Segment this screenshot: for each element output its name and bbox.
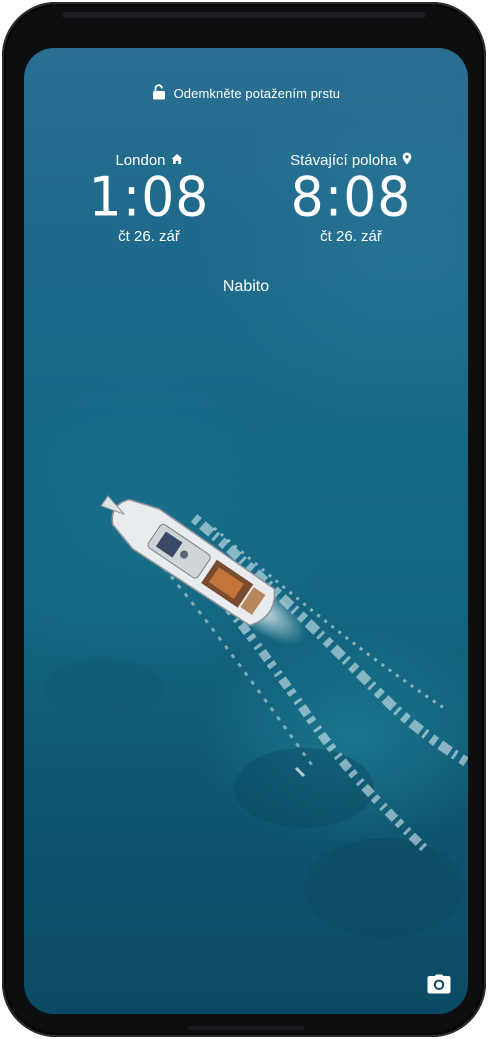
clock-time: 1:08 (88, 166, 210, 230)
unlock-icon (152, 84, 166, 103)
camera-shortcut-button[interactable] (424, 974, 454, 998)
earpiece (62, 12, 426, 18)
unlock-hint-text: Odemkněte potažením prstu (173, 86, 341, 101)
charging-status: Nabito (222, 278, 270, 295)
clock-date: čt 26. zář (118, 228, 180, 245)
phone-frame: Odemkněte potažením prstu London 1:08 čt… (2, 2, 486, 1037)
clock-time: 8:08 (290, 166, 412, 230)
bottom-bezel (188, 1026, 304, 1030)
camera-icon (427, 974, 451, 999)
lock-screen[interactable]: Odemkněte potažením prstu London 1:08 čt… (24, 48, 468, 1014)
clock-home: London 1:08 čt 26. zář (54, 152, 244, 245)
clock-date: čt 26. zář (320, 228, 382, 245)
unlock-hint: Odemkněte potažením prstu (24, 84, 468, 103)
clock-current-location: Stávající poloha 8:08 čt 26. zář (256, 152, 446, 245)
